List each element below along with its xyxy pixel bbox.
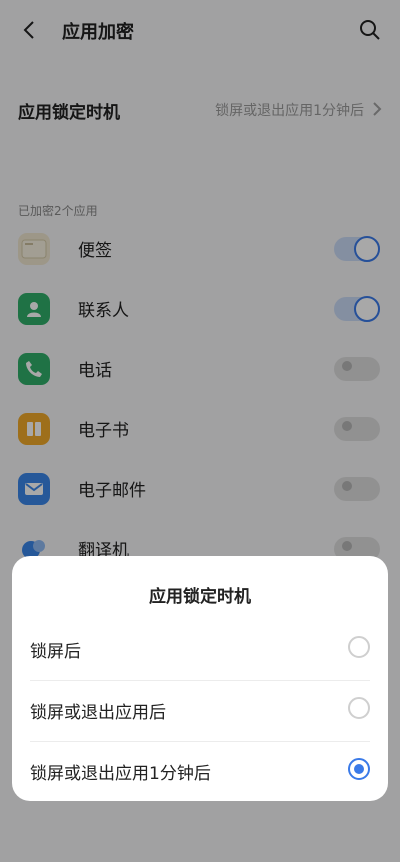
radio-button[interactable]: [348, 636, 370, 658]
radio-button-selected[interactable]: [348, 758, 370, 780]
option-label: 锁屏或退出应用1分钟后: [30, 764, 211, 784]
dialog-title: 应用锁定时机: [149, 587, 251, 607]
option-lock-or-exit[interactable]: 锁屏或退出应用后: [12, 681, 388, 741]
lock-timing-dialog: 应用锁定时机 锁屏后 锁屏或退出应用后 锁屏或退出应用1分钟后: [12, 556, 388, 801]
radio-button[interactable]: [348, 697, 370, 719]
option-label: 锁屏或退出应用后: [30, 703, 166, 723]
option-lock-screen[interactable]: 锁屏后: [12, 620, 388, 680]
option-label: 锁屏后: [30, 642, 81, 662]
option-lock-or-exit-1min[interactable]: 锁屏或退出应用1分钟后: [12, 742, 388, 802]
